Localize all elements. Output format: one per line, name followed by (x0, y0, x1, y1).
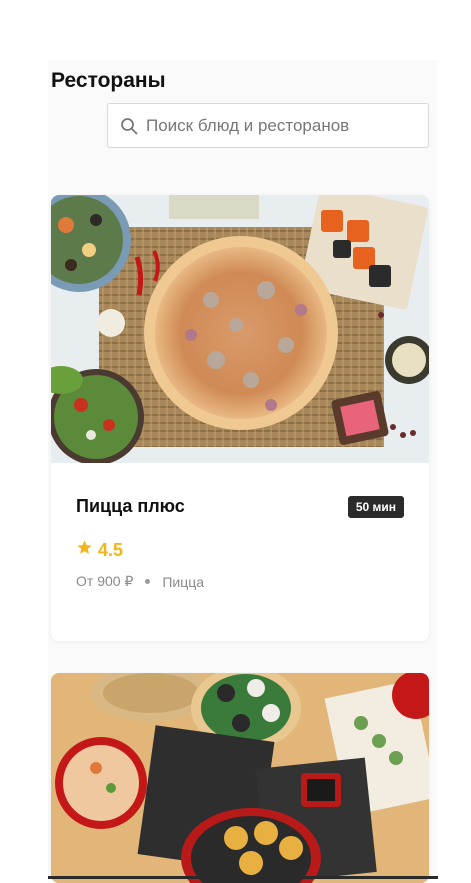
page-title: Рестораны (51, 69, 166, 92)
restaurant-name: Пицца плюс (76, 496, 185, 516)
cuisine-label: Пицца (162, 573, 205, 590)
restaurant-rating: 4.5 (76, 539, 123, 561)
price-label: От 900 ₽ (76, 573, 134, 589)
restaurant-image (51, 673, 429, 883)
restaurant-card[interactable] (51, 673, 429, 883)
search-input[interactable] (146, 115, 416, 136)
restaurant-info: Пицца плюс 50 мин 4.5 От 900 ₽ Пицца (51, 463, 429, 641)
restaurant-meta: От 900 ₽ Пицца (76, 573, 204, 590)
delivery-time-badge: 50 мин (347, 496, 404, 518)
separator-dot (145, 579, 151, 584)
search-icon (120, 117, 138, 135)
star-icon (76, 539, 98, 561)
rating-value: 4.5 (98, 539, 124, 560)
search-box[interactable] (107, 103, 429, 148)
restaurant-card[interactable]: Пицца плюс 50 мин 4.5 От 900 ₽ Пицца (51, 195, 429, 641)
restaurant-image (51, 195, 429, 465)
